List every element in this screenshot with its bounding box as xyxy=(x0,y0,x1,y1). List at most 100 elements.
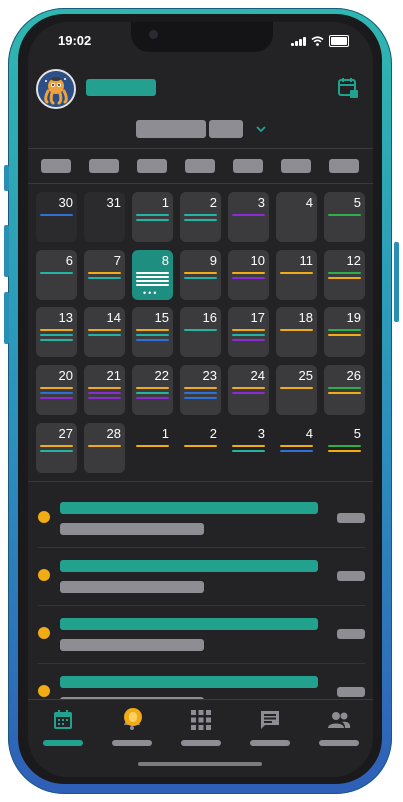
tab-messages[interactable] xyxy=(240,708,300,758)
octopus-logo-icon xyxy=(38,71,74,107)
calendar-day[interactable]: 20 xyxy=(36,365,77,415)
calendar-day[interactable]: 18 xyxy=(276,307,317,357)
event-line xyxy=(328,392,361,394)
avatar[interactable] xyxy=(36,69,76,109)
tab-notifications[interactable] xyxy=(102,708,162,758)
tab-calendar[interactable] xyxy=(33,708,93,758)
calendar-day[interactable]: 3 xyxy=(228,423,269,473)
calendar-day[interactable]: 26 xyxy=(324,365,365,415)
list-item[interactable] xyxy=(28,489,373,547)
event-line xyxy=(184,272,217,274)
calendar-day[interactable]: 4 xyxy=(276,423,317,473)
side-button-power xyxy=(394,242,399,322)
event-line xyxy=(232,214,265,216)
page-title xyxy=(86,79,156,96)
calendar-day[interactable]: 24 xyxy=(228,365,269,415)
calendar-day[interactable]: 17 xyxy=(228,307,269,357)
calendar-day[interactable]: 16 xyxy=(180,307,221,357)
event-subtitle xyxy=(60,639,204,651)
weekday-label xyxy=(41,159,71,173)
event-title xyxy=(60,618,318,630)
event-line xyxy=(40,272,73,274)
tab-apps[interactable] xyxy=(171,708,231,758)
event-line xyxy=(88,277,121,279)
year-label xyxy=(209,120,243,138)
status-time: 19:02 xyxy=(58,33,92,48)
day-number: 3 xyxy=(257,195,265,210)
tab-label xyxy=(181,740,221,746)
notch xyxy=(131,22,273,52)
divider xyxy=(28,183,373,184)
calendar-day[interactable]: 27 xyxy=(36,423,77,473)
day-number: 27 xyxy=(58,426,73,441)
calendar-day[interactable]: 2 xyxy=(180,192,221,242)
calendar-day[interactable]: 7 xyxy=(84,250,125,300)
day-number: 12 xyxy=(346,253,361,268)
month-selector[interactable] xyxy=(136,120,266,138)
calendar-day[interactable]: 30 xyxy=(36,192,77,242)
event-time xyxy=(337,687,365,697)
day-number: 20 xyxy=(58,368,73,383)
status-dot xyxy=(38,627,50,639)
calendar-day[interactable]: 14 xyxy=(84,307,125,357)
calendar-day[interactable]: 10 xyxy=(228,250,269,300)
calendar-day[interactable]: 23 xyxy=(180,365,221,415)
side-button-mute xyxy=(4,165,9,191)
calendar-day[interactable]: 25 xyxy=(276,365,317,415)
event-time xyxy=(337,629,365,639)
calendar-day[interactable]: 9 xyxy=(180,250,221,300)
day-number: 21 xyxy=(106,368,121,383)
calendar-day[interactable]: 21 xyxy=(84,365,125,415)
event-line xyxy=(232,272,265,274)
calendar-day[interactable]: 12 xyxy=(324,250,365,300)
event-line xyxy=(88,329,121,331)
calendar-day[interactable]: 28 xyxy=(84,423,125,473)
tab-people[interactable] xyxy=(309,708,369,758)
weekday-label xyxy=(185,159,215,173)
event-line xyxy=(40,397,73,399)
calendar-day[interactable]: 2 xyxy=(180,423,221,473)
status-icons xyxy=(291,35,349,47)
day-number: 18 xyxy=(298,310,313,325)
event-line xyxy=(232,334,265,336)
calendar-day[interactable]: 15 xyxy=(132,307,173,357)
side-button-volume-down xyxy=(4,292,9,344)
event-line xyxy=(328,272,361,274)
weekday-label xyxy=(137,159,167,173)
calendar-day[interactable]: 6 xyxy=(36,250,77,300)
event-line xyxy=(136,284,169,286)
list-item[interactable] xyxy=(28,605,373,663)
chevron-down-icon xyxy=(256,126,266,133)
notification-badge xyxy=(124,708,142,726)
calendar-day[interactable]: 3 xyxy=(228,192,269,242)
event-line xyxy=(88,272,121,274)
event-line xyxy=(232,392,265,394)
calendar-day[interactable]: 22 xyxy=(132,365,173,415)
calendar-day-today[interactable]: 8 ••• xyxy=(132,250,173,300)
calendar-add-icon[interactable] xyxy=(337,76,359,98)
event-title xyxy=(60,502,318,514)
event-line xyxy=(184,214,217,216)
calendar-day[interactable]: 11 xyxy=(276,250,317,300)
day-number: 5 xyxy=(353,426,361,441)
calendar-day[interactable]: 1 xyxy=(132,192,173,242)
tab-label xyxy=(250,740,290,746)
day-number: 1 xyxy=(161,426,169,441)
event-line xyxy=(136,329,169,331)
calendar-day[interactable]: 4 xyxy=(276,192,317,242)
calendar-day[interactable]: 5 xyxy=(324,192,365,242)
calendar-day[interactable]: 13 xyxy=(36,307,77,357)
event-line xyxy=(40,387,73,389)
list-item[interactable] xyxy=(28,547,373,605)
calendar-day[interactable]: 31 xyxy=(84,192,125,242)
day-number: 22 xyxy=(154,368,169,383)
day-number: 11 xyxy=(299,253,314,268)
calendar-day[interactable]: 19 xyxy=(324,307,365,357)
event-title xyxy=(60,560,318,572)
wifi-icon xyxy=(311,36,324,46)
calendar-day[interactable]: 1 xyxy=(132,423,173,473)
calendar-day[interactable]: 5 xyxy=(324,423,365,473)
event-line xyxy=(88,387,121,389)
event-line xyxy=(136,219,169,221)
day-number: 2 xyxy=(209,426,217,441)
